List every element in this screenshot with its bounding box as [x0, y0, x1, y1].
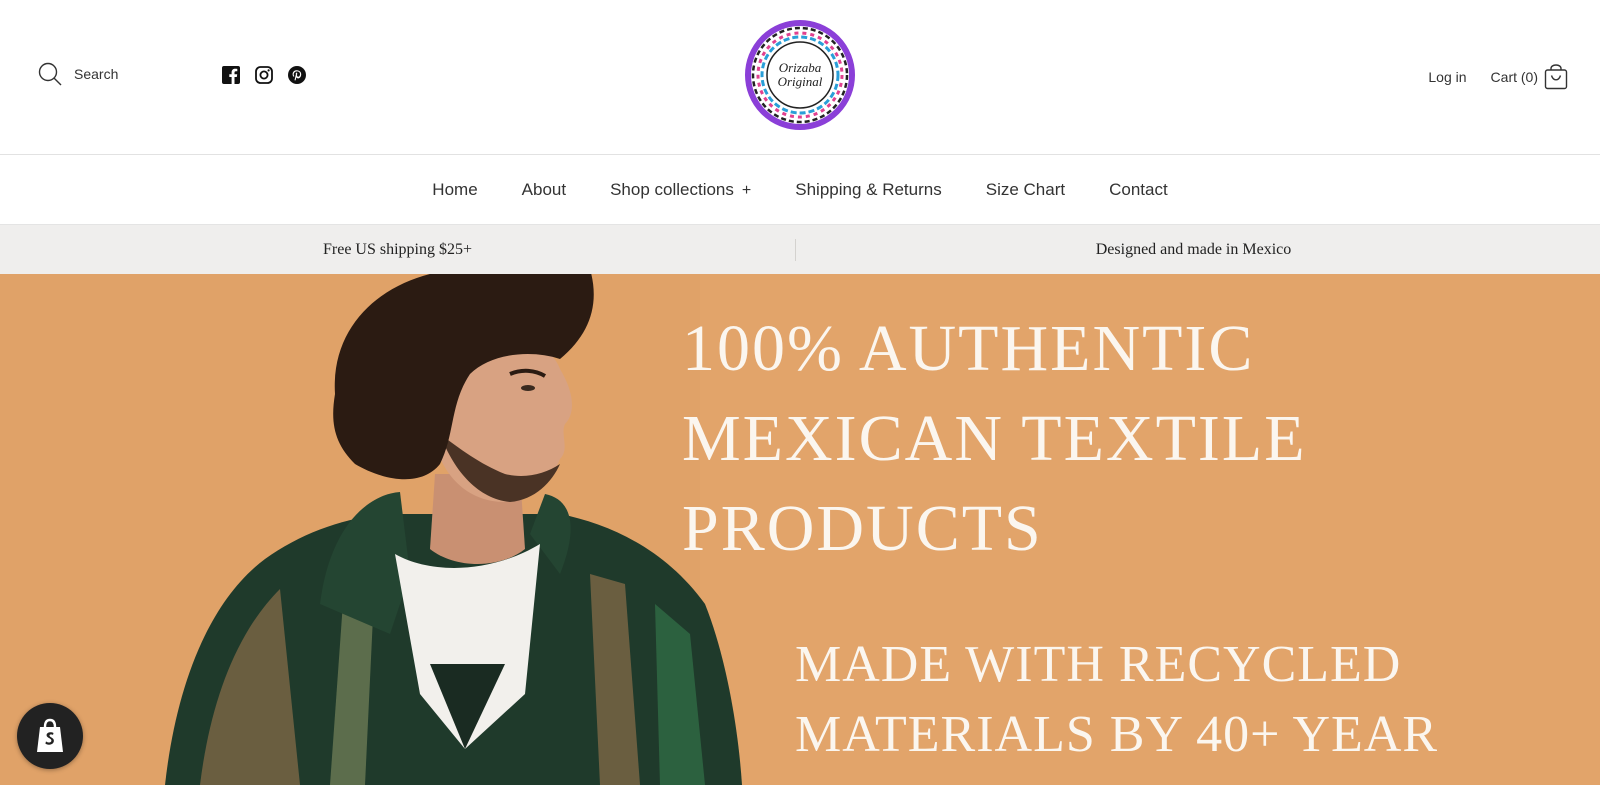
hero-headline-line: PRODUCTS	[682, 492, 1043, 565]
announcement-free-shipping: Free US shipping $25+	[322, 240, 473, 258]
search-label: Search	[74, 66, 119, 82]
nav-item-contact[interactable]: Contact	[1109, 180, 1168, 200]
shopify-badge-button[interactable]	[17, 703, 83, 769]
nav-item-shipping-returns[interactable]: Shipping & Returns	[795, 180, 941, 200]
expand-plus-icon: +	[741, 181, 752, 199]
hero-headline: 100% AUTHENTIC MEXICAN TEXTILE PRODUCTS	[682, 304, 1307, 574]
logo-line-2: Original	[777, 74, 823, 89]
cart-label: Cart (0)	[1490, 69, 1538, 85]
nav-item-shop-collections[interactable]: Shop collections +	[610, 180, 751, 200]
cart-bag-icon	[1544, 64, 1568, 90]
search-button[interactable]: Search	[38, 62, 118, 86]
nav-item-home[interactable]: Home	[432, 180, 477, 200]
hero-subline-line: MADE WITH RECYCLED	[795, 636, 1402, 693]
logo-line-1: Orizaba	[778, 60, 822, 75]
announcement-made-in-mexico: Designed and made in Mexico	[1095, 240, 1292, 258]
logo-wordmark: Orizaba Original	[745, 20, 855, 130]
announcement-bar: Free US shipping $25+ Designed and made …	[0, 225, 1600, 274]
nav-item-about[interactable]: About	[522, 180, 566, 200]
hero-banner[interactable]: 100% AUTHENTIC MEXICAN TEXTILE PRODUCTS …	[0, 274, 1600, 785]
shopify-bag-icon	[37, 718, 63, 752]
facebook-icon[interactable]	[222, 66, 240, 84]
hero-subline-line: MATERIALS BY 40+ YEAR	[795, 706, 1439, 763]
hero-headline-line: 100% AUTHENTIC	[682, 312, 1255, 385]
nav-item-shop-collections-label: Shop collections	[610, 179, 734, 199]
account-links: Log in Cart (0)	[1428, 64, 1568, 90]
hero-subline: MADE WITH RECYCLED MATERIALS BY 40+ YEAR	[795, 630, 1438, 770]
hero-headline-line: MEXICAN TEXTILE	[682, 402, 1307, 475]
cart-link[interactable]: Cart (0)	[1491, 64, 1568, 90]
instagram-icon[interactable]	[255, 66, 273, 84]
main-navigation: Home About Shop collections + Shipping & …	[0, 155, 1600, 225]
store-logo[interactable]: Orizaba Original	[745, 20, 855, 130]
search-icon	[38, 62, 62, 86]
site-header: Search Orizaba Original Log in Cart (0)	[0, 0, 1600, 155]
pinterest-icon[interactable]	[288, 66, 306, 84]
login-link[interactable]: Log in	[1428, 69, 1466, 85]
social-links	[222, 66, 306, 84]
nav-item-size-chart[interactable]: Size Chart	[986, 180, 1065, 200]
